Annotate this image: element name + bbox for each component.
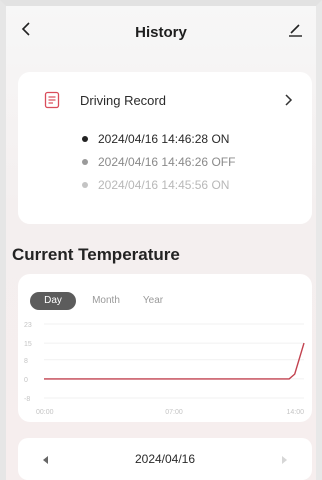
tab-month[interactable]: Month — [86, 292, 126, 310]
date-navigator: 2024/04/16 — [18, 438, 312, 480]
x-tick-label: 00:00 — [36, 409, 54, 416]
edit-button[interactable] — [286, 20, 304, 38]
tab-day[interactable]: Day — [30, 292, 76, 310]
record-list: 2024/04/16 14:46:28 ON 2024/04/16 14:46:… — [82, 132, 235, 201]
y-tick-label: 8 — [24, 358, 28, 365]
tab-year[interactable]: Year — [138, 292, 168, 310]
y-tick-label: 23 — [24, 322, 32, 329]
record-entry: 2024/04/16 14:46:28 ON — [98, 132, 230, 146]
current-date: 2024/04/16 — [134, 452, 196, 466]
list-fade — [18, 198, 312, 224]
record-entry: 2024/04/16 14:45:56 ON — [98, 178, 230, 192]
next-date-button[interactable] — [278, 453, 290, 465]
pencil-icon — [289, 24, 302, 37]
list-item: 2024/04/16 14:46:28 ON — [82, 132, 235, 155]
triangle-right-icon — [282, 456, 287, 464]
app-header: History — [6, 6, 316, 50]
y-tick-label: 15 — [24, 341, 32, 348]
y-tick-label: -8 — [24, 396, 30, 403]
bullet-icon — [82, 159, 88, 165]
page-title: History — [135, 24, 187, 41]
driving-record-title: Driving Record — [80, 93, 166, 108]
chevron-right-icon — [285, 94, 293, 106]
bullet-icon — [82, 182, 88, 188]
history-screen: History Driving Record 2024/04/16 14:46:… — [0, 0, 322, 480]
y-tick-label: 0 — [24, 377, 28, 384]
driving-record-card: Driving Record 2024/04/16 14:46:28 ON 20… — [18, 72, 312, 224]
temperature-chart: 23 15 8 0 -8 00:00 07:00 14:00 — [24, 322, 305, 416]
list-item: 2024/04/16 14:46:26 OFF — [82, 155, 235, 178]
section-title: Current Temperature — [12, 245, 180, 264]
driving-record-row[interactable]: Driving Record — [18, 90, 312, 114]
bullet-icon — [82, 136, 88, 142]
document-icon — [44, 91, 60, 109]
x-tick-label: 07:00 — [165, 409, 183, 416]
x-tick-label: 14:00 — [286, 409, 304, 416]
record-entry: 2024/04/16 14:46:26 OFF — [98, 155, 236, 169]
temperature-series-line — [44, 342, 305, 380]
temperature-chart-card: Day Month Year 23 15 8 0 -8 00:00 07:00 14:00 — [18, 274, 312, 422]
